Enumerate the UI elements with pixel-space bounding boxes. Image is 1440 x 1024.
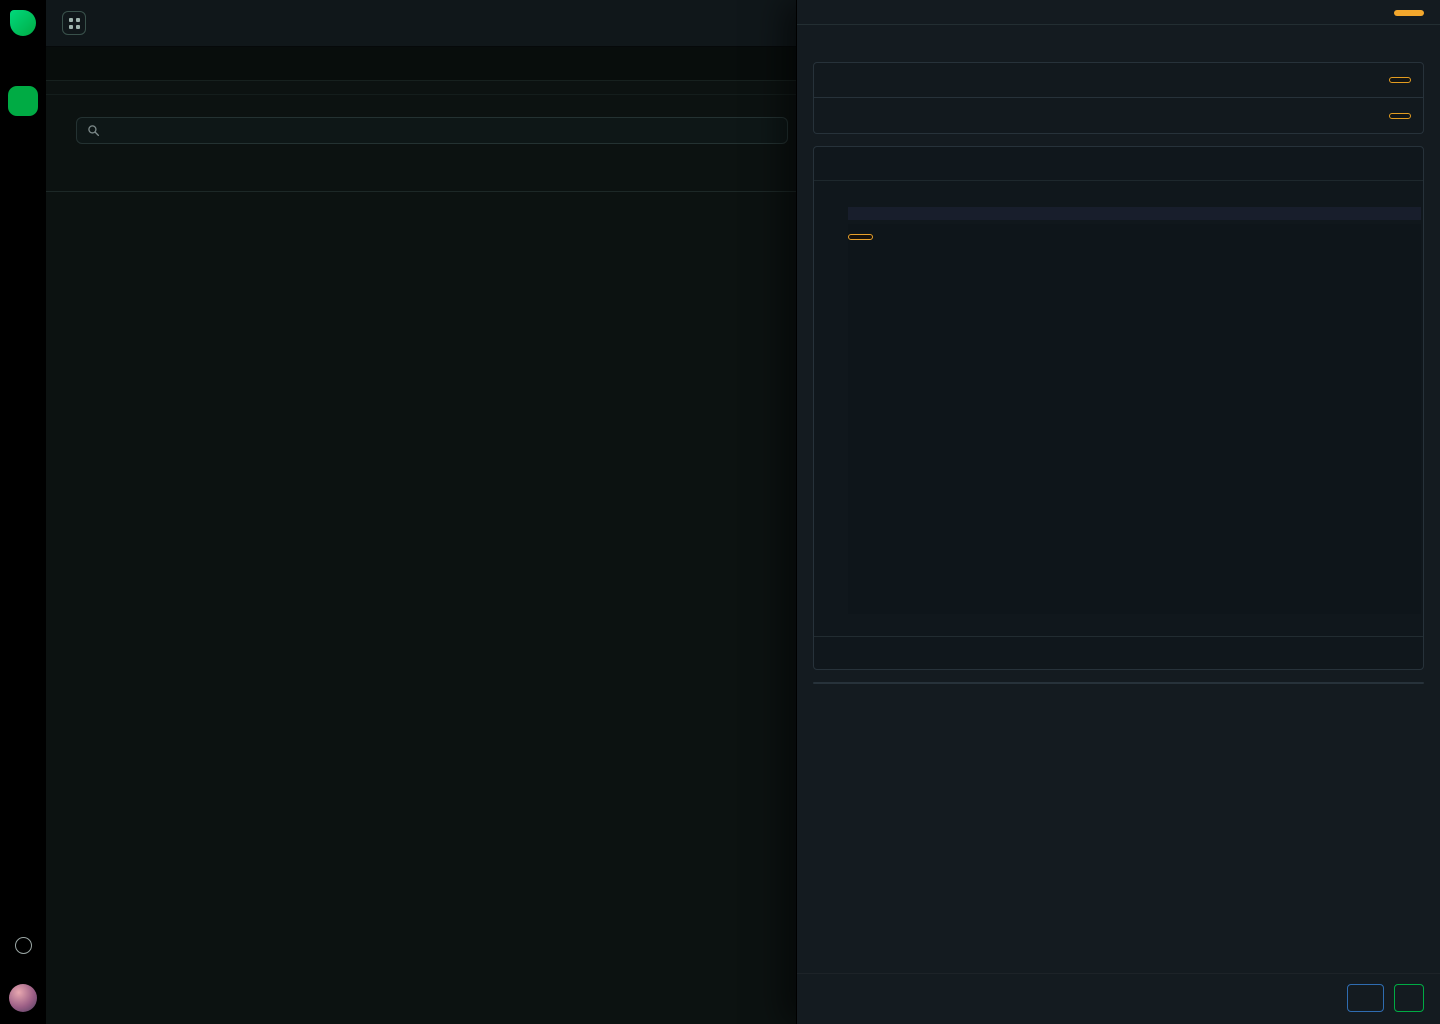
chart-legend — [814, 636, 1423, 669]
chart-controls — [814, 181, 1423, 205]
anomaly-ribbon[interactable] — [848, 207, 1421, 220]
app — [0, 0, 1440, 1024]
netdata-logo-icon[interactable] — [10, 10, 36, 36]
workspace-grid-icon[interactable] — [62, 11, 86, 35]
line-chart[interactable] — [848, 224, 1422, 614]
anomaly-bars — [848, 207, 1421, 220]
help-icon[interactable] — [15, 937, 32, 954]
alert-detail-panel — [796, 0, 1440, 1024]
latest-value-pill — [1389, 77, 1411, 83]
trigger-value-pill — [1389, 113, 1411, 119]
chart-header — [814, 147, 1423, 181]
search-icon — [87, 124, 100, 137]
trigger-value-row — [813, 98, 1424, 134]
chart-card — [813, 146, 1424, 670]
value-rows — [813, 62, 1424, 134]
status-badge — [1394, 10, 1424, 16]
trigger-flag — [848, 234, 873, 240]
alert-metadata — [813, 682, 1424, 684]
x-axis-labels — [848, 614, 1423, 636]
search-bar[interactable] — [76, 117, 788, 144]
alerts-table-header — [46, 152, 796, 192]
user-avatar[interactable] — [9, 984, 37, 1012]
chart-plot[interactable] — [848, 224, 1421, 614]
rail-bottom — [9, 907, 37, 1012]
latest-value-row — [813, 62, 1424, 98]
panel-footer — [797, 973, 1440, 1024]
add-space-button[interactable] — [8, 86, 38, 116]
left-rail — [0, 0, 46, 1024]
search-input[interactable] — [108, 123, 777, 139]
panel-header — [797, 0, 1440, 24]
open-alert-page-button[interactable] — [1394, 984, 1424, 1012]
alert-description — [797, 25, 1440, 62]
ask-ai-button[interactable] — [1347, 984, 1384, 1012]
